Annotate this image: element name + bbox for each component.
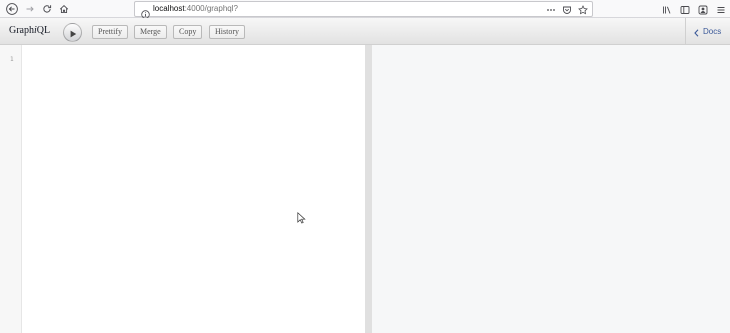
- url-host: localhost: [153, 4, 185, 13]
- chevron-left-icon: [686, 22, 699, 41]
- browser-tools: [662, 2, 726, 16]
- bookmark-star-icon[interactable]: [578, 0, 588, 19]
- copy-button[interactable]: Copy: [173, 25, 203, 39]
- account-icon[interactable]: [698, 0, 708, 19]
- url-bar[interactable]: localhost:4000/graphql?: [134, 1, 593, 19]
- mouse-cursor-icon: [297, 209, 306, 228]
- result-pane: [372, 45, 730, 333]
- query-editor[interactable]: [22, 45, 365, 333]
- pane-resize-handle[interactable]: [365, 45, 372, 333]
- page-actions-icon[interactable]: [546, 0, 556, 19]
- line-number-gutter: 1: [0, 45, 22, 333]
- execute-query-button[interactable]: [63, 23, 82, 42]
- prettify-button[interactable]: Prettify: [92, 25, 128, 39]
- pocket-icon[interactable]: [562, 0, 572, 19]
- title-suffix: QL: [36, 25, 51, 36]
- play-icon: [69, 23, 77, 42]
- url-path: :4000/graphql?: [184, 4, 238, 13]
- browser-toolbar: localhost:4000/graphql?: [0, 0, 730, 19]
- docs-button[interactable]: Docs: [685, 18, 730, 45]
- sidebar-icon[interactable]: [680, 0, 690, 19]
- library-icon[interactable]: [662, 0, 672, 19]
- reload-icon[interactable]: [40, 2, 54, 16]
- url-actions: [546, 3, 588, 15]
- menu-icon[interactable]: [716, 0, 726, 19]
- home-icon[interactable]: [57, 2, 71, 16]
- back-icon[interactable]: [5, 2, 19, 16]
- graphiql-toolbar: GraphiQL Prettify Merge Copy History: [0, 18, 730, 45]
- line-number: 1: [10, 56, 14, 63]
- url-text: localhost:4000/graphql?: [153, 3, 238, 15]
- title-prefix: Graph: [9, 25, 34, 36]
- docs-label: Docs: [703, 26, 722, 36]
- forward-icon[interactable]: [23, 2, 37, 16]
- merge-button[interactable]: Merge: [134, 25, 167, 39]
- history-button[interactable]: History: [209, 25, 245, 39]
- app-title: GraphiQL: [9, 25, 50, 37]
